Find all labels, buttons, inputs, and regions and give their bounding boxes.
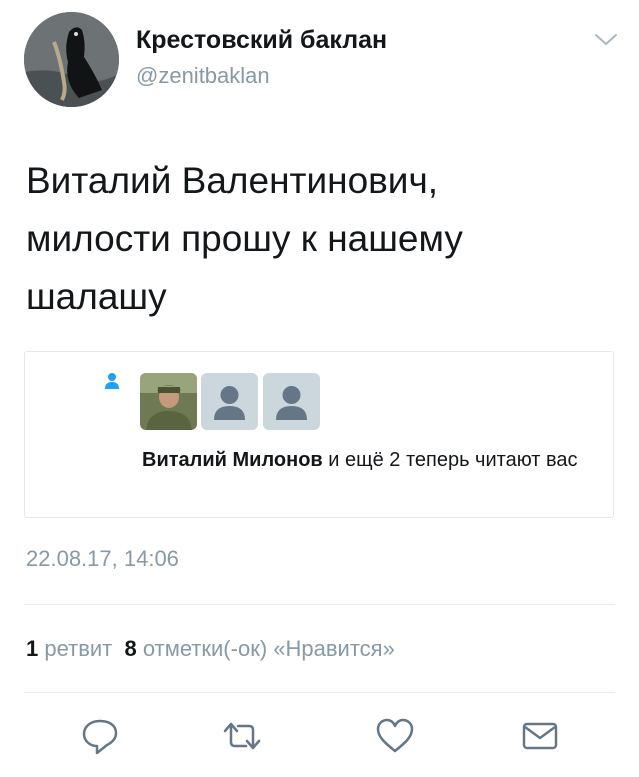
tweet-text: Виталий Валентинович, милости прошу к на… (26, 160, 463, 317)
author-handle[interactable]: @zenitbaklan (136, 63, 270, 89)
default-avatar-icon (214, 386, 245, 420)
retweet-icon[interactable] (222, 716, 262, 756)
direct-message-icon[interactable] (520, 716, 560, 756)
engagement-stats: 1 ретвит 8 отметки(-ок) «Нравится» (26, 636, 395, 662)
like-icon[interactable] (375, 716, 415, 756)
like-count: 8 (124, 636, 137, 661)
follower-avatar[interactable] (140, 373, 197, 430)
like-label: отметки(-ок) «Нравится» (142, 636, 395, 661)
author-avatar[interactable] (24, 12, 119, 107)
reply-icon[interactable] (80, 716, 120, 756)
follow-message: и ещё 2 теперь читают вас (322, 449, 578, 471)
follower-avatar[interactable] (263, 373, 320, 430)
follower-name[interactable]: Виталий Милонов (142, 449, 323, 471)
divider (24, 604, 615, 605)
retweets-stat[interactable]: 1 ретвит (26, 636, 112, 661)
author-display-name[interactable]: Крестовский баклан (136, 26, 387, 55)
follower-photo-image (140, 373, 197, 430)
likes-stat[interactable]: 8 отметки(-ок) «Нравится» (124, 636, 394, 661)
default-avatar-icon (276, 386, 307, 420)
cormorant-avatar-image (24, 12, 119, 107)
tweet-timestamp[interactable]: 22.08.17, 14:06 (26, 546, 179, 572)
chevron-down-icon[interactable] (593, 32, 619, 48)
follower-avatar[interactable] (201, 373, 258, 430)
divider (24, 692, 615, 693)
follow-notification-text: Виталий Милонов и ещё 2 теперь читают ва… (142, 444, 582, 476)
person-icon (105, 373, 119, 389)
retweet-count: 1 (26, 636, 39, 661)
retweet-label: ретвит (44, 636, 113, 661)
